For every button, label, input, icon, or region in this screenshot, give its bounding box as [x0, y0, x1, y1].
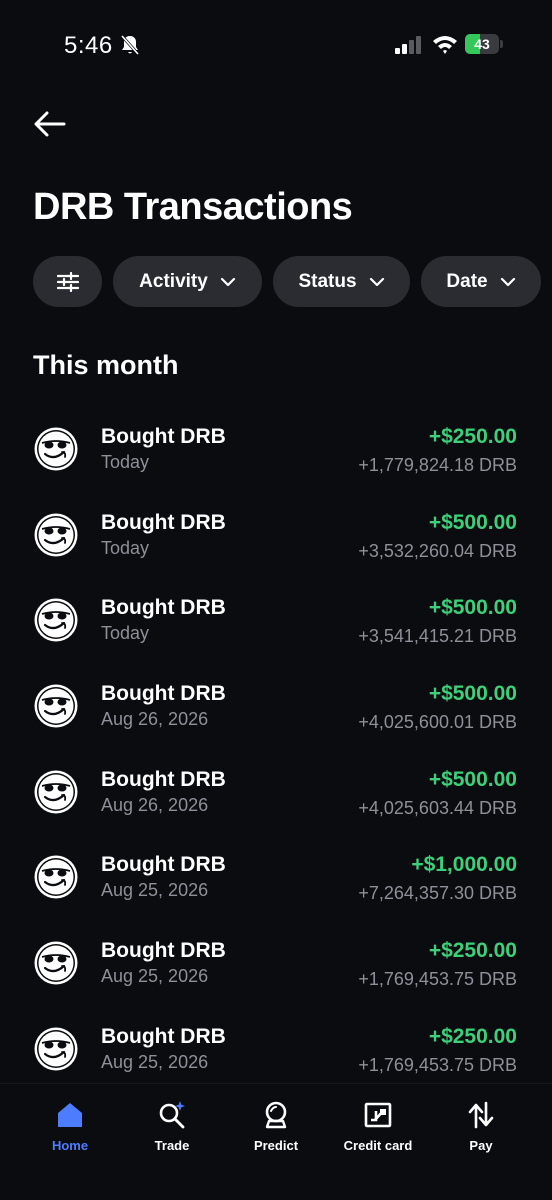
drb-face-icon: [34, 855, 78, 899]
transaction-amount: +$250.00: [428, 1024, 517, 1048]
transfer-arrows-icon: [468, 1101, 494, 1129]
transaction-title: Bought DRB: [101, 939, 226, 963]
signal-icon: [395, 36, 421, 54]
drb-face-icon: [34, 427, 78, 471]
status-bar: 5:46 43: [0, 0, 552, 90]
transaction-amount: +$500.00: [428, 510, 517, 534]
transaction-title: Bought DRB: [101, 510, 226, 534]
nav-trade[interactable]: Trade: [122, 1100, 222, 1160]
transaction-date: Today: [101, 537, 150, 558]
card-icon: [364, 1102, 392, 1128]
date-filter-label: Date: [446, 270, 488, 292]
chevron-down-icon: [369, 277, 384, 286]
transaction-date: Today: [101, 452, 150, 472]
transaction-crypto-amount: +1,769,453.75 DRB: [358, 1054, 517, 1075]
activity-filter-label: Activity: [139, 270, 208, 292]
transaction-row[interactable]: Bought DRB Aug 26, 2026 +$500.00 +4,025,603…: [0, 750, 552, 836]
crystal-ball-icon: [265, 1101, 287, 1129]
bell-slash-icon: [120, 35, 140, 55]
wifi-icon: [433, 36, 457, 54]
status-filter-label: Status: [298, 270, 357, 292]
nav-credit-card-label: Credit card: [343, 1138, 413, 1153]
transaction-date: Aug 25, 2026: [101, 880, 209, 901]
transaction-row[interactable]: Bought DRB Today +$250.00 +1,779,824.18 DRB: [0, 407, 552, 493]
transaction-date: Aug 26, 2026: [101, 709, 209, 730]
search-sparkle-icon: [159, 1101, 185, 1129]
nav-home-label: Home: [51, 1138, 89, 1153]
nav-predict-label: Predict: [253, 1138, 299, 1153]
nav-predict[interactable]: Predict: [226, 1100, 326, 1160]
transaction-title: Bought DRB: [101, 425, 226, 448]
transaction-date: Aug 25, 2026: [101, 966, 209, 987]
transaction-crypto-amount: +3,532,260.04 DRB: [358, 540, 517, 561]
status-filter-button[interactable]: Status: [273, 256, 410, 307]
drb-face-icon: [34, 598, 78, 642]
chevron-down-icon: [500, 277, 515, 286]
nav-credit-card[interactable]: Credit card: [328, 1100, 428, 1160]
transaction-crypto-amount: +3,541,415.21 DRB: [358, 626, 517, 647]
status-time: 5:46: [64, 32, 113, 59]
transaction-amount: +$500.00: [428, 767, 517, 791]
home-icon: [58, 1103, 82, 1127]
transaction-amount: +$500.00: [428, 596, 517, 620]
transaction-amount: +$250.00: [428, 425, 517, 448]
transaction-row[interactable]: Bought DRB Aug 25, 2026 +$250.00 +1,769,453…: [0, 921, 552, 1007]
drb-face-icon: [34, 770, 78, 814]
drb-face-icon: [34, 684, 78, 728]
transaction-date: Aug 26, 2026: [101, 794, 209, 815]
filter-settings-button[interactable]: [33, 256, 102, 307]
transaction-date: Today: [101, 623, 150, 644]
back-button[interactable]: [26, 100, 74, 148]
chevron-down-icon: [220, 277, 235, 286]
activity-filter-button[interactable]: Activity: [113, 256, 262, 307]
battery-icon: 43: [465, 34, 503, 54]
transaction-title: Bought DRB: [101, 767, 226, 791]
arrow-left-icon: [34, 111, 66, 137]
transaction-row[interactable]: Bought DRB Aug 25, 2026 +$1,000.00 +7,264,3…: [0, 835, 552, 921]
nav-trade-label: Trade: [154, 1138, 190, 1153]
transaction-title: Bought DRB: [101, 682, 226, 706]
screen: 5:46 43 DRB Transactions Activity Status…: [0, 0, 552, 1200]
transaction-amount: +$1,000.00: [411, 853, 517, 877]
transaction-row[interactable]: Bought DRB Today +$500.00 +3,532,260.04 DRB: [0, 493, 552, 579]
nav-pay-label: Pay: [469, 1138, 493, 1153]
filter-bar: Activity Status Date: [33, 256, 541, 307]
transaction-row[interactable]: Bought DRB Today +$500.00 +3,541,415.21 DRB: [0, 578, 552, 664]
transaction-row[interactable]: Bought DRB Aug 25, 2026 +$250.00 +1,769,453…: [0, 1007, 552, 1093]
transaction-list: Bought DRB Today +$250.00 +1,779,824.18 DRB…: [0, 407, 552, 1093]
bottom-nav: Home Trade Predict Credit card Pay: [0, 1083, 552, 1200]
transaction-title: Bought DRB: [101, 853, 226, 877]
transaction-amount: +$500.00: [428, 682, 517, 706]
drb-face-icon: [34, 513, 78, 557]
transaction-date: Aug 25, 2026: [101, 1051, 209, 1072]
transaction-crypto-amount: +1,779,824.18 DRB: [358, 455, 517, 475]
section-title: This month: [33, 350, 179, 380]
transaction-crypto-amount: +1,769,453.75 DRB: [358, 969, 517, 990]
page-title: DRB Transactions: [33, 186, 353, 228]
transaction-title: Bought DRB: [101, 596, 226, 620]
drb-face-icon: [34, 1027, 78, 1071]
transaction-crypto-amount: +4,025,603.44 DRB: [358, 797, 517, 818]
transaction-row[interactable]: Bought DRB Aug 26, 2026 +$500.00 +4,025,600…: [0, 664, 552, 750]
drb-face-icon: [34, 941, 78, 985]
transaction-amount: +$250.00: [428, 939, 517, 963]
nav-home[interactable]: Home: [20, 1100, 120, 1160]
sliders-icon: [56, 271, 79, 292]
battery-percent: 43: [474, 36, 490, 52]
transaction-title: Bought DRB: [101, 1024, 226, 1048]
transaction-crypto-amount: +7,264,357.30 DRB: [358, 883, 517, 904]
transaction-crypto-amount: +4,025,600.01 DRB: [358, 712, 517, 733]
nav-pay[interactable]: Pay: [431, 1100, 531, 1160]
date-filter-button[interactable]: Date: [421, 256, 541, 307]
